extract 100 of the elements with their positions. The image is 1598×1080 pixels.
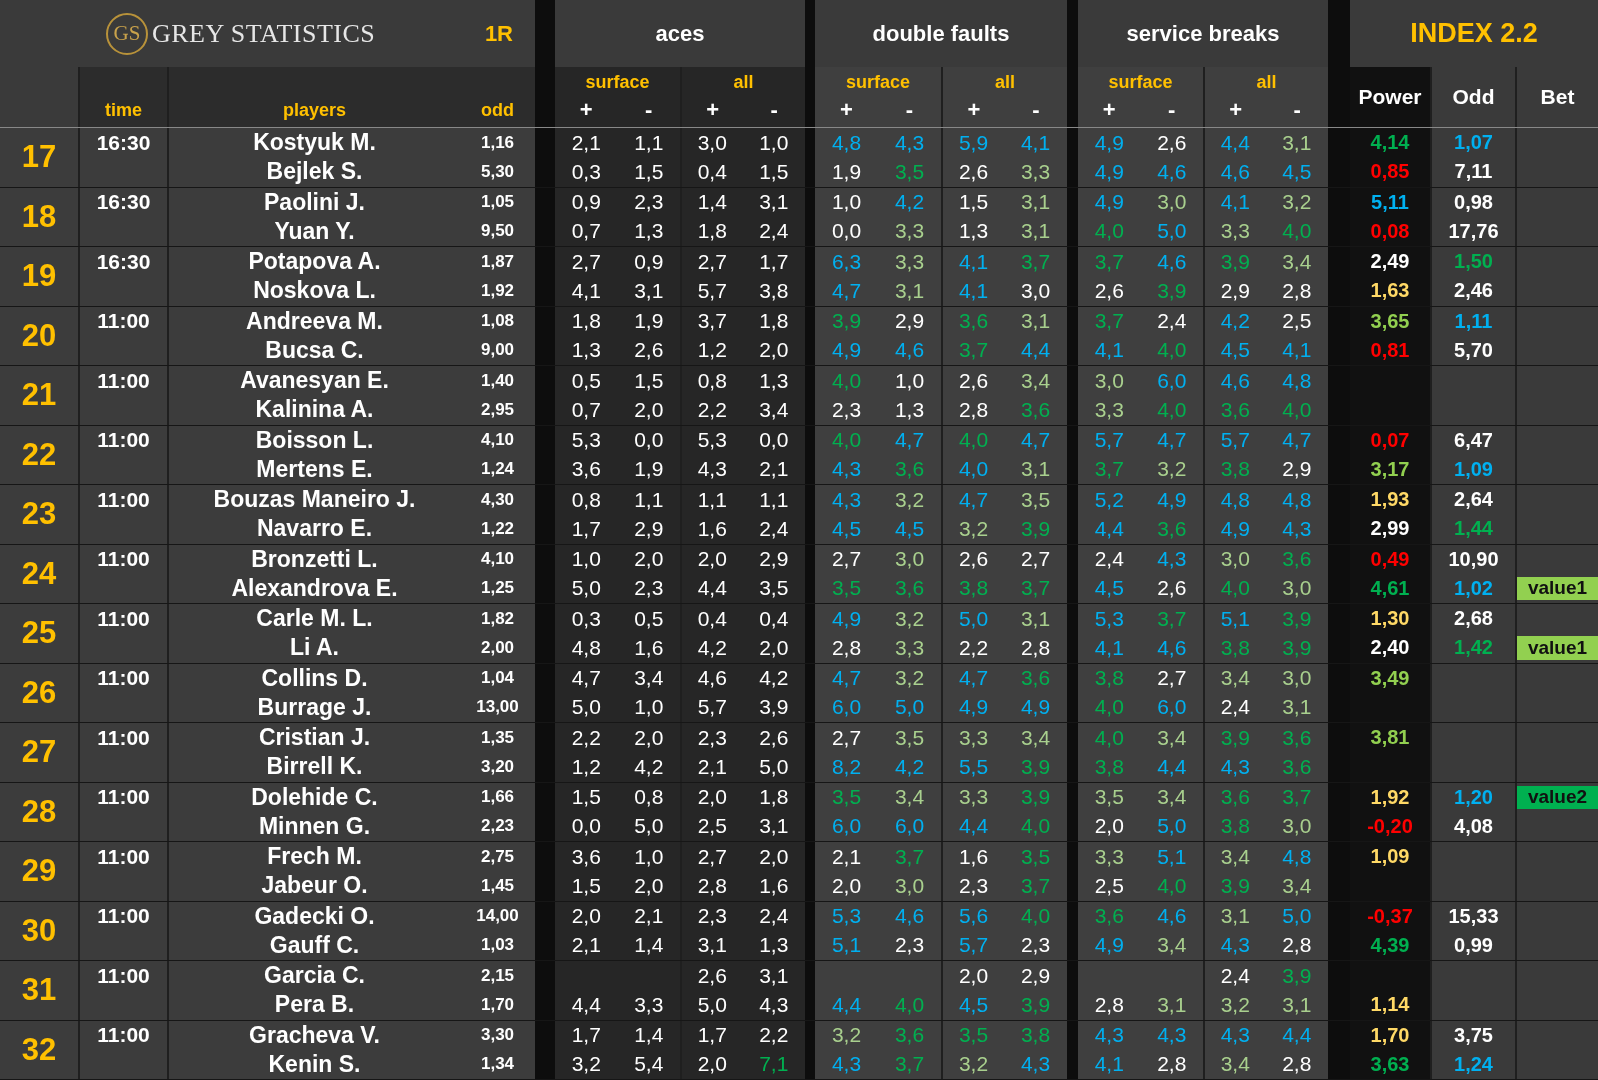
- stat-value: 2,6: [1094, 278, 1124, 303]
- stat-value: 2,0: [1094, 814, 1124, 839]
- power-value: 0,49: [1370, 547, 1410, 571]
- stat-value: 4,0: [1094, 219, 1124, 244]
- stat-value: 4,5: [958, 992, 989, 1017]
- stat-value: 3,2: [831, 1023, 862, 1048]
- stat-value: 4,6: [894, 904, 925, 929]
- player-odd: 2,75: [480, 846, 515, 867]
- stat-value: 1,9: [831, 159, 862, 184]
- stat-value: 3,2: [1157, 457, 1187, 482]
- match-time: 11:00: [97, 309, 150, 334]
- stat-value: 4,3: [1220, 754, 1250, 779]
- stat-value: 3,0: [1282, 814, 1312, 839]
- stat-value: 1,0: [634, 844, 664, 869]
- stat-value: 1,6: [634, 635, 664, 660]
- stat-value: 3,1: [1020, 219, 1051, 244]
- stat-value: 1,1: [759, 487, 789, 512]
- subgroup-label: all: [1255, 72, 1278, 93]
- stat-value: 4,2: [759, 666, 789, 691]
- power-value: 4,61: [1370, 576, 1410, 600]
- stat-value: 1,3: [958, 219, 989, 244]
- stat-value: 3,8: [1094, 666, 1124, 691]
- stat-value: 5,2: [1094, 487, 1124, 512]
- model-odd: 6,47: [1454, 428, 1493, 452]
- stat-value: 1,0: [831, 190, 862, 215]
- stat-value: 4,1: [571, 278, 601, 303]
- stat-value: 3,3: [1220, 219, 1250, 244]
- stat-value: 6,3: [831, 249, 862, 274]
- stat-value: 5,0: [1157, 814, 1187, 839]
- match-time: 11:00: [97, 844, 150, 869]
- model-odd: 7,11: [1454, 160, 1493, 184]
- stat-value: 4,4: [1157, 754, 1187, 779]
- model-odd: 2,64: [1454, 488, 1493, 512]
- index-title: INDEX 2.2: [1410, 18, 1538, 49]
- stat-value: 4,2: [894, 190, 925, 215]
- player-name: Yuan Y.: [274, 217, 355, 245]
- stat-value: 0,9: [634, 249, 664, 274]
- stat-value: 3,4: [1020, 725, 1051, 750]
- stat-value: 4,1: [958, 249, 989, 274]
- stat-value: 3,4: [1220, 666, 1250, 691]
- stat-value: 3,4: [1020, 368, 1051, 393]
- stat-value: 3,7: [894, 844, 925, 869]
- stat-value: 1,2: [571, 754, 601, 779]
- stat-value: 2,2: [958, 635, 989, 660]
- stat-value: 4,3: [831, 457, 862, 482]
- stat-value: 5,3: [697, 428, 727, 453]
- stat-value: 3,3: [958, 725, 989, 750]
- stat-value: 2,4: [759, 904, 789, 929]
- stat-value: 3,7: [1094, 249, 1124, 274]
- power-value: 3,49: [1370, 666, 1410, 690]
- stat-value: 3,3: [634, 992, 664, 1017]
- stat-value: 2,0: [697, 785, 727, 810]
- player-name: Navarro E.: [256, 515, 373, 543]
- stat-value: 1,1: [634, 487, 664, 512]
- stat-value: 4,3: [1282, 516, 1312, 541]
- stat-value: 2,0: [958, 963, 989, 988]
- player-name: Jabeur O.: [261, 872, 368, 900]
- power-value: 3,17: [1370, 457, 1410, 481]
- stat-value: 3,6: [894, 1023, 925, 1048]
- stat-value: 4,9: [1220, 516, 1250, 541]
- sign-label: +: [1228, 97, 1244, 123]
- match-time: 16:30: [96, 190, 151, 215]
- stat-value: 3,0: [1282, 666, 1312, 691]
- stat-value: 3,4: [759, 397, 789, 422]
- player-name: Li A.: [290, 634, 339, 662]
- stat-value: 3,3: [1020, 159, 1051, 184]
- stat-value: 5,3: [831, 904, 862, 929]
- player-name: Carle M. L.: [256, 605, 373, 633]
- stat-value: 1,7: [571, 516, 601, 541]
- stat-value: 7,1: [759, 1052, 789, 1077]
- stat-value: 4,7: [831, 666, 862, 691]
- stat-value: 4,6: [697, 666, 727, 691]
- match-time: 11:00: [97, 547, 150, 572]
- stat-value: 0,0: [831, 219, 862, 244]
- stat-value: 4,0: [958, 457, 989, 482]
- stat-value: 2,0: [571, 904, 601, 929]
- stat-value: 3,4: [1157, 785, 1187, 810]
- stat-value: 3,3: [894, 249, 925, 274]
- model-odd: 2,46: [1454, 279, 1493, 303]
- stat-value: 4,3: [1157, 547, 1187, 572]
- column-header: Odd: [1452, 85, 1495, 109]
- stat-value: 4,9: [1094, 190, 1124, 215]
- subgroup-label: surface: [584, 72, 651, 93]
- stat-value: 3,5: [1094, 785, 1124, 810]
- stat-value: 3,1: [759, 190, 789, 215]
- stat-value: 3,0: [1020, 278, 1051, 303]
- stat-value: 4,8: [1220, 487, 1250, 512]
- stat-value: 4,1: [1020, 130, 1051, 155]
- player-name: Cristian J.: [258, 724, 371, 752]
- player-name: Gauff C.: [269, 931, 360, 959]
- match-number: 24: [21, 555, 57, 592]
- stat-value: 4,9: [1094, 933, 1124, 958]
- stat-value: 2,3: [697, 904, 727, 929]
- stat-value: 1,3: [634, 219, 664, 244]
- player-name: Avanesyan E.: [240, 367, 389, 395]
- stat-value: 1,6: [759, 873, 789, 898]
- stat-value: 3,1: [1020, 457, 1051, 482]
- stat-value: 3,1: [1282, 992, 1312, 1017]
- model-odd: 3,75: [1454, 1023, 1493, 1047]
- column-header: Bet: [1540, 85, 1575, 109]
